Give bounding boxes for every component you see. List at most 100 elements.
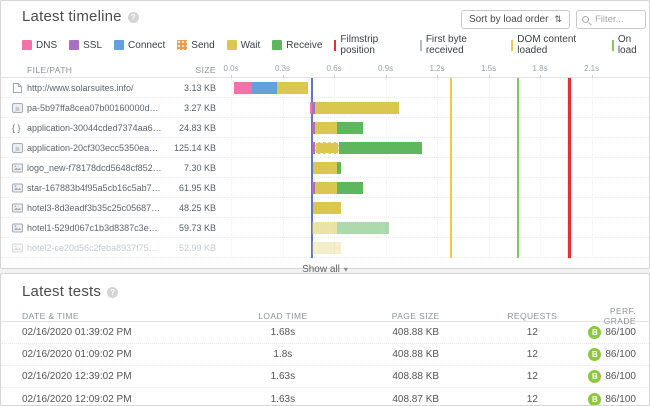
legend-label: SSL	[83, 40, 102, 51]
grade-score: 86/100	[605, 349, 636, 360]
waterfall-row[interactable]: star-167883b4f95a5cb16c5ab7aa322ab69af0f…	[1, 178, 649, 198]
grade-badge: B	[588, 393, 601, 406]
file-icon-cell: js	[1, 102, 27, 114]
grade-badge: B	[588, 348, 601, 361]
legend-item: Receive	[272, 40, 322, 51]
test-load-time: 1.8s	[215, 349, 351, 360]
request-bar	[225, 158, 649, 177]
file-icon-cell	[1, 82, 27, 94]
request-bar	[225, 218, 649, 237]
legend-label: Connect	[128, 40, 165, 51]
receive-segment	[339, 142, 421, 154]
size-column-header: SIZE	[167, 65, 225, 75]
tests-column-header: LOAD TIME	[215, 311, 351, 321]
time-axis: 0.0s0.3s0.6s0.9s1.2s1.5s1.8s2.1s	[225, 63, 649, 77]
test-perf-grade: B 86/100	[584, 348, 649, 361]
tests-column-header: DATE & TIME	[1, 311, 215, 321]
file-path: application-30044cded7374aa68af9334504e6…	[27, 123, 167, 133]
legend-line-icon	[612, 40, 614, 51]
request-bar	[225, 118, 649, 137]
legend: DNSSSLConnectSendWaitReceiveFilmstrip po…	[1, 29, 649, 56]
waterfall-row[interactable]: hotel2-ce20d56c2feba8937f75ca5858b3410c7…	[1, 238, 649, 258]
axis-tick-label: 1.5s	[481, 64, 496, 73]
waterfall-column-headers: FILE/PATH SIZE 0.0s0.3s0.6s0.9s1.2s1.5s1…	[1, 63, 649, 78]
file-size: 7.30 KB	[167, 163, 225, 173]
file-size: 125.14 KB	[167, 143, 225, 153]
test-page-size: 408.87 KB	[351, 394, 481, 405]
row-timeline	[225, 78, 649, 97]
legend-item: Filmstrip position	[334, 34, 407, 56]
filter-input[interactable]	[577, 11, 645, 28]
legend-label: Receive	[286, 40, 322, 51]
test-datetime: 02/16/2020 12:39:02 PM	[1, 371, 215, 382]
html-file-icon	[12, 82, 23, 94]
axis-tick-label: 0.0s	[223, 64, 238, 73]
waterfall-row[interactable]: js application-20cf303ecc5350eae60aa168d2…	[1, 138, 649, 158]
waterfall-row[interactable]: logo_new-f78178dcd5648cf852de92bd9ab7c68…	[1, 158, 649, 178]
file-icon-cell: js	[1, 142, 27, 154]
file-icon-cell	[1, 182, 27, 194]
test-load-time: 1.68s	[215, 327, 351, 338]
axis-tick-label: 1.8s	[532, 64, 547, 73]
request-bar	[225, 238, 649, 257]
legend-item: DNS	[22, 40, 57, 51]
latest-tests-section: Latest tests ? DATE & TIMELOAD TIMEPAGE …	[0, 273, 650, 406]
test-datetime: 02/16/2020 12:09:02 PM	[1, 394, 215, 405]
wait-segment	[312, 242, 341, 254]
waterfall-row[interactable]: hotel3-8d3eadf3b35c25c05687a7094d1ccd0c8…	[1, 198, 649, 218]
test-requests: 12	[481, 371, 585, 382]
test-perf-grade: B 86/100	[584, 393, 649, 406]
receive-segment	[337, 122, 363, 134]
test-row: 02/16/2020 01:39:02 PM1.68s408.88 KB12B8…	[1, 322, 649, 344]
file-path: logo_new-f78178dcd5648cf852de92bd9ab7c68…	[27, 163, 167, 173]
timeline-title: Latest timeline	[22, 8, 122, 25]
svg-text:js: js	[15, 106, 20, 112]
tests-title: Latest tests	[22, 283, 101, 300]
help-icon[interactable]: ?	[107, 287, 118, 298]
sort-order-dropdown[interactable]: Sort by load order ⇅	[461, 10, 570, 29]
row-timeline	[225, 158, 649, 177]
legend-item: On load	[612, 34, 649, 56]
tests-column-header: PAGE SIZE	[351, 311, 481, 321]
page: Latest timeline ? Sort by load order ⇅ D…	[0, 0, 650, 406]
test-datetime: 02/16/2020 01:09:02 PM	[1, 349, 215, 360]
latest-timeline-section: Latest timeline ? Sort by load order ⇅ D…	[0, 0, 650, 269]
test-row: 02/16/2020 01:09:02 PM1.8s408.88 KB12B86…	[1, 344, 649, 366]
grade-score: 86/100	[605, 394, 636, 405]
request-bar	[225, 78, 649, 97]
row-timeline	[225, 138, 649, 157]
waterfall-chart: FILE/PATH SIZE 0.0s0.3s0.6s0.9s1.2s1.5s1…	[1, 63, 649, 278]
waterfall-row[interactable]: hotel1-529d067c1b3d8387c3e75126e8f9a73e3…	[1, 218, 649, 238]
request-bar	[225, 178, 649, 197]
legend-label: DNS	[36, 40, 57, 51]
file-icon-cell	[1, 242, 27, 254]
test-page-size: 408.88 KB	[351, 371, 481, 382]
file-path: star-167883b4f95a5cb16c5ab7aa322ab69af0f…	[27, 183, 167, 193]
waterfall-row[interactable]: { } application-30044cded7374aa68af933450…	[1, 118, 649, 138]
legend-item: DOM content loaded	[511, 34, 600, 56]
tests-header: Latest tests ?	[1, 274, 649, 300]
row-timeline	[225, 218, 649, 237]
braces-file-icon: { }	[12, 123, 21, 133]
test-datetime: 02/16/2020 01:39:02 PM	[1, 327, 215, 338]
file-path: application-20cf303ecc5350eae60aa168d23a…	[27, 143, 167, 153]
tests-rows: 02/16/2020 01:39:02 PM1.68s408.88 KB12B8…	[1, 322, 649, 406]
row-timeline	[225, 98, 649, 117]
wait-segment	[277, 82, 308, 94]
image-file-icon	[12, 162, 23, 174]
file-path: hotel3-8d3eadf3b35c25c05687a7094d1ccd0c8…	[27, 203, 167, 213]
grade-badge: B	[588, 370, 601, 383]
image-file-icon	[12, 182, 23, 194]
help-icon[interactable]: ?	[128, 12, 139, 23]
legend-item: Connect	[114, 40, 165, 51]
axis-tick-label: 0.6s	[326, 64, 341, 73]
waterfall-rows: http://www.solarsuites.info/3.13 KBjspa-…	[1, 78, 649, 258]
waterfall-row[interactable]: jspa-5b97ffa8cea07b00160000d2.js3.27 KB	[1, 98, 649, 118]
legend-label: Wait	[241, 40, 261, 51]
test-requests: 12	[481, 349, 585, 360]
file-size: 52.99 KB	[167, 243, 225, 253]
test-perf-grade: B86/100	[584, 326, 649, 339]
legend-label: Filmstrip position	[340, 34, 407, 56]
waterfall-row[interactable]: http://www.solarsuites.info/3.13 KB	[1, 78, 649, 98]
svg-text:js: js	[15, 146, 20, 152]
